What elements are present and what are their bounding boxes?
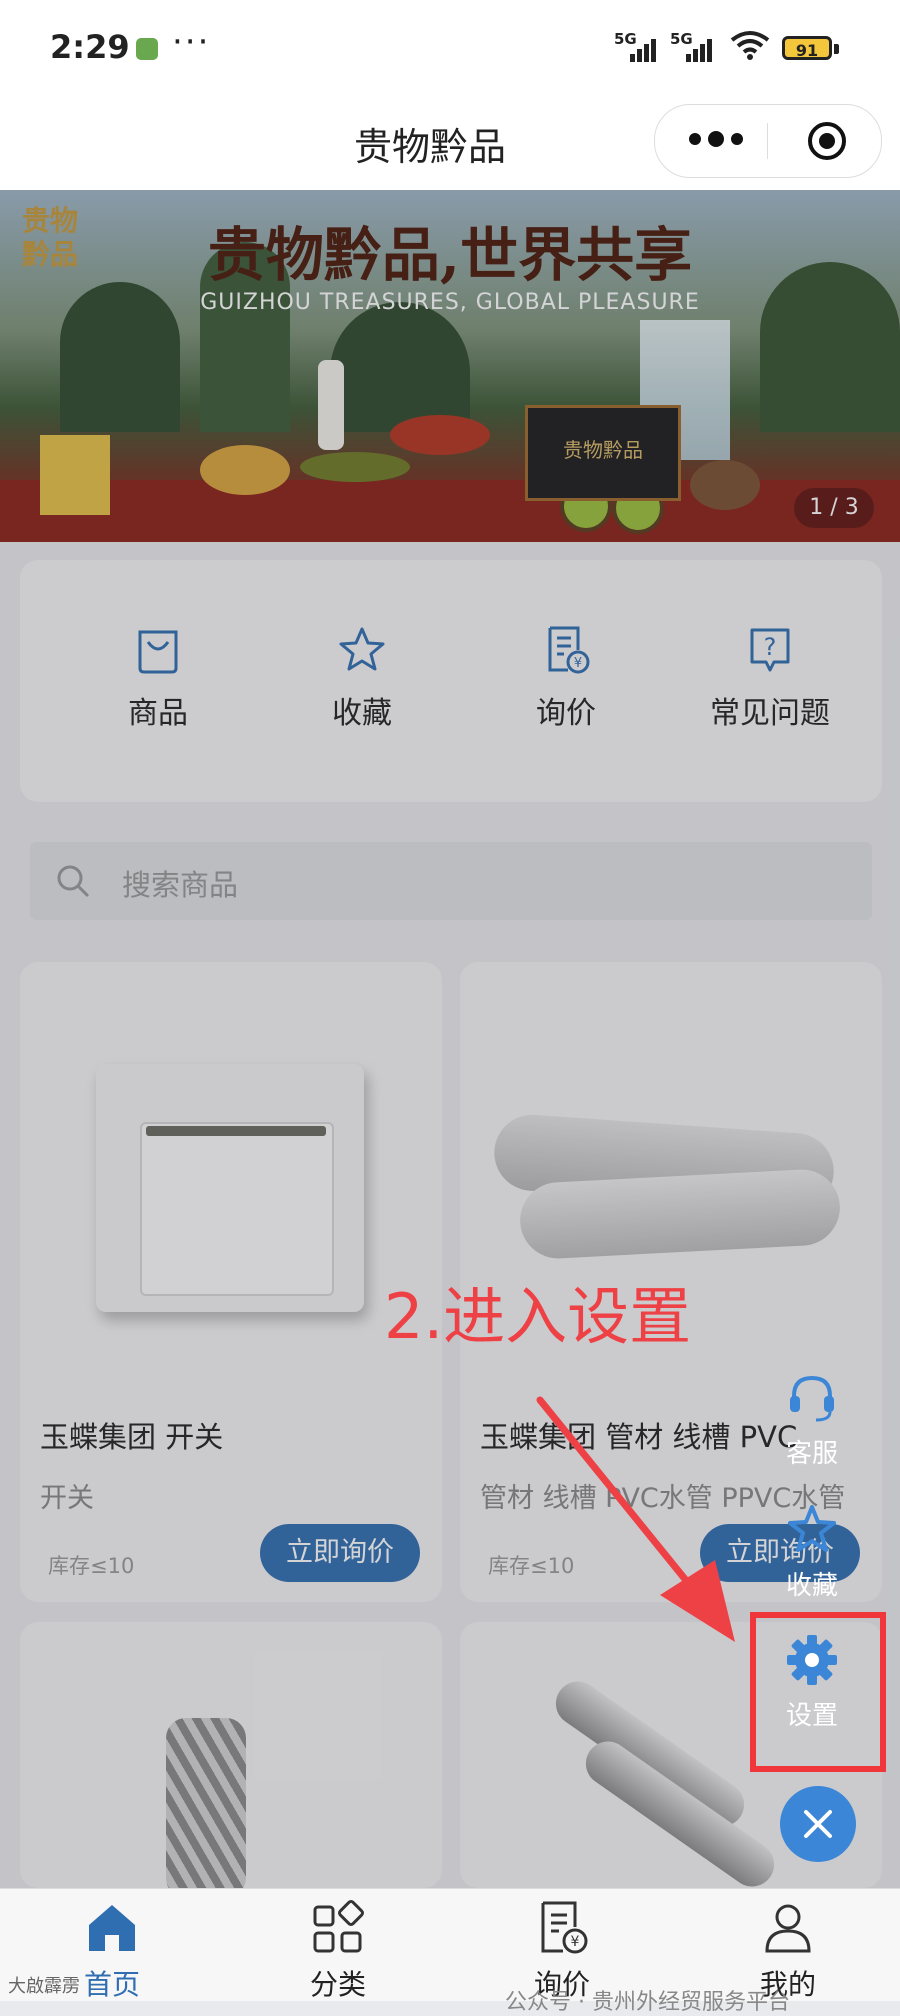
annotation-text: 2.进入设置 (384, 1280, 692, 1353)
quick-nav-label: 常见问题 (710, 696, 830, 731)
search-icon (57, 865, 90, 898)
tab-category[interactable]: 分类 (258, 1899, 418, 2003)
product-name: 玉蝶集团 开关 (40, 1420, 224, 1454)
pepper-bowl (390, 415, 490, 455)
quick-nav-label: 收藏 (332, 696, 392, 731)
fab-customer-service[interactable]: 客服 (762, 1370, 862, 1470)
svg-text:¥: ¥ (574, 656, 582, 671)
product-image-cable (166, 1718, 246, 1888)
quote-icon: ¥ (541, 1901, 588, 1954)
signal-icon-2 (686, 32, 720, 62)
search-bar[interactable]: 搜索商品 (30, 842, 872, 920)
fab-label: 客服 (785, 1439, 838, 1469)
banner-headline: 贵物黔品,世界共享 (207, 221, 693, 289)
bottle-shape (318, 360, 344, 450)
home-icon (89, 1905, 135, 1951)
tab-label: 分类 (309, 1968, 366, 2001)
category-icon (313, 1900, 364, 1953)
app-notification-icon (136, 38, 158, 60)
status-bar: 2:29 ··· 5G 5G 91 (0, 0, 900, 96)
quick-nav-panel: 商品 收藏 ¥ 询价 ? 常见问题 (20, 560, 882, 802)
tea-bowl (300, 452, 410, 482)
product-card[interactable]: 玉蝶集团 开关 开关 库存≤10 立即询价 (20, 962, 442, 1602)
fruit-bowl (200, 445, 290, 495)
headset-icon (790, 1375, 834, 1422)
fab-close-button[interactable] (780, 1786, 856, 1862)
svg-text:?: ? (764, 633, 777, 661)
corner-watermark: 大啟霹雳 (8, 1976, 80, 1997)
star-icon (788, 1505, 836, 1552)
more-notifications-icon: ··· (172, 22, 211, 62)
question-icon: ? (750, 628, 790, 672)
switch-rocker (140, 1122, 334, 1296)
banner-table (0, 480, 900, 542)
product-tag: 开关 (40, 1483, 94, 1514)
shopping-bag-icon (138, 630, 178, 674)
quick-nav-inquiry[interactable]: ¥ 询价 (476, 624, 656, 732)
close-miniprogram-icon[interactable] (807, 121, 847, 161)
quick-nav-products[interactable]: 商品 (68, 624, 248, 732)
navigation-bar: 贵物黔品 (0, 96, 900, 190)
status-time: 2:29 (50, 28, 130, 66)
search-input[interactable]: 搜索商品 (122, 862, 238, 904)
banner-subtitle: GUIZHOU TREASURES, GLOBAL PLEASURE (200, 290, 700, 315)
banner-pager: 1 / 3 (794, 488, 874, 528)
product-stock: 库存≤10 (48, 1554, 135, 1578)
mountain-shape (330, 302, 470, 432)
product-image-pipe (518, 1167, 842, 1261)
inquiry-button[interactable]: 立即询价 (260, 1524, 420, 1582)
product-package (40, 435, 110, 515)
quick-nav-label: 商品 (128, 696, 188, 731)
wifi-icon (730, 31, 770, 60)
quote-document-icon: ¥ (548, 626, 590, 674)
svg-text:¥: ¥ (571, 1934, 580, 1950)
star-icon (339, 627, 385, 671)
user-icon (765, 1904, 811, 1953)
gift-box: 贵物黔品 (525, 405, 681, 501)
battery-tip (834, 44, 839, 54)
quick-nav-faq[interactable]: ? 常见问题 (680, 624, 860, 732)
promo-banner[interactable]: 贵物黔品 贵物黔品,世界共享 GUIZHOU TREASURES, GLOBAL… (0, 190, 900, 542)
fab-favorites[interactable]: 收藏 (762, 1502, 862, 1602)
capsule-divider (767, 123, 768, 159)
kiwi-pile (690, 460, 760, 510)
product-card[interactable] (20, 1622, 442, 1888)
signal-icon-1 (630, 32, 664, 62)
quick-nav-label: 询价 (536, 696, 596, 731)
more-options-icon[interactable] (681, 119, 751, 159)
fab-label: 收藏 (785, 1571, 838, 1601)
annotation-arrow-icon (536, 1396, 735, 1642)
switch-stripe (146, 1126, 326, 1136)
wechat-watermark: 公众号 · 贵州外经贸服务平台 (505, 1990, 790, 2015)
settings-highlight-box (750, 1612, 886, 1772)
miniprogram-capsule (654, 104, 882, 178)
close-icon (804, 1810, 832, 1838)
battery-icon: 91 (782, 36, 832, 60)
quick-nav-favorites[interactable]: 收藏 (272, 624, 452, 732)
